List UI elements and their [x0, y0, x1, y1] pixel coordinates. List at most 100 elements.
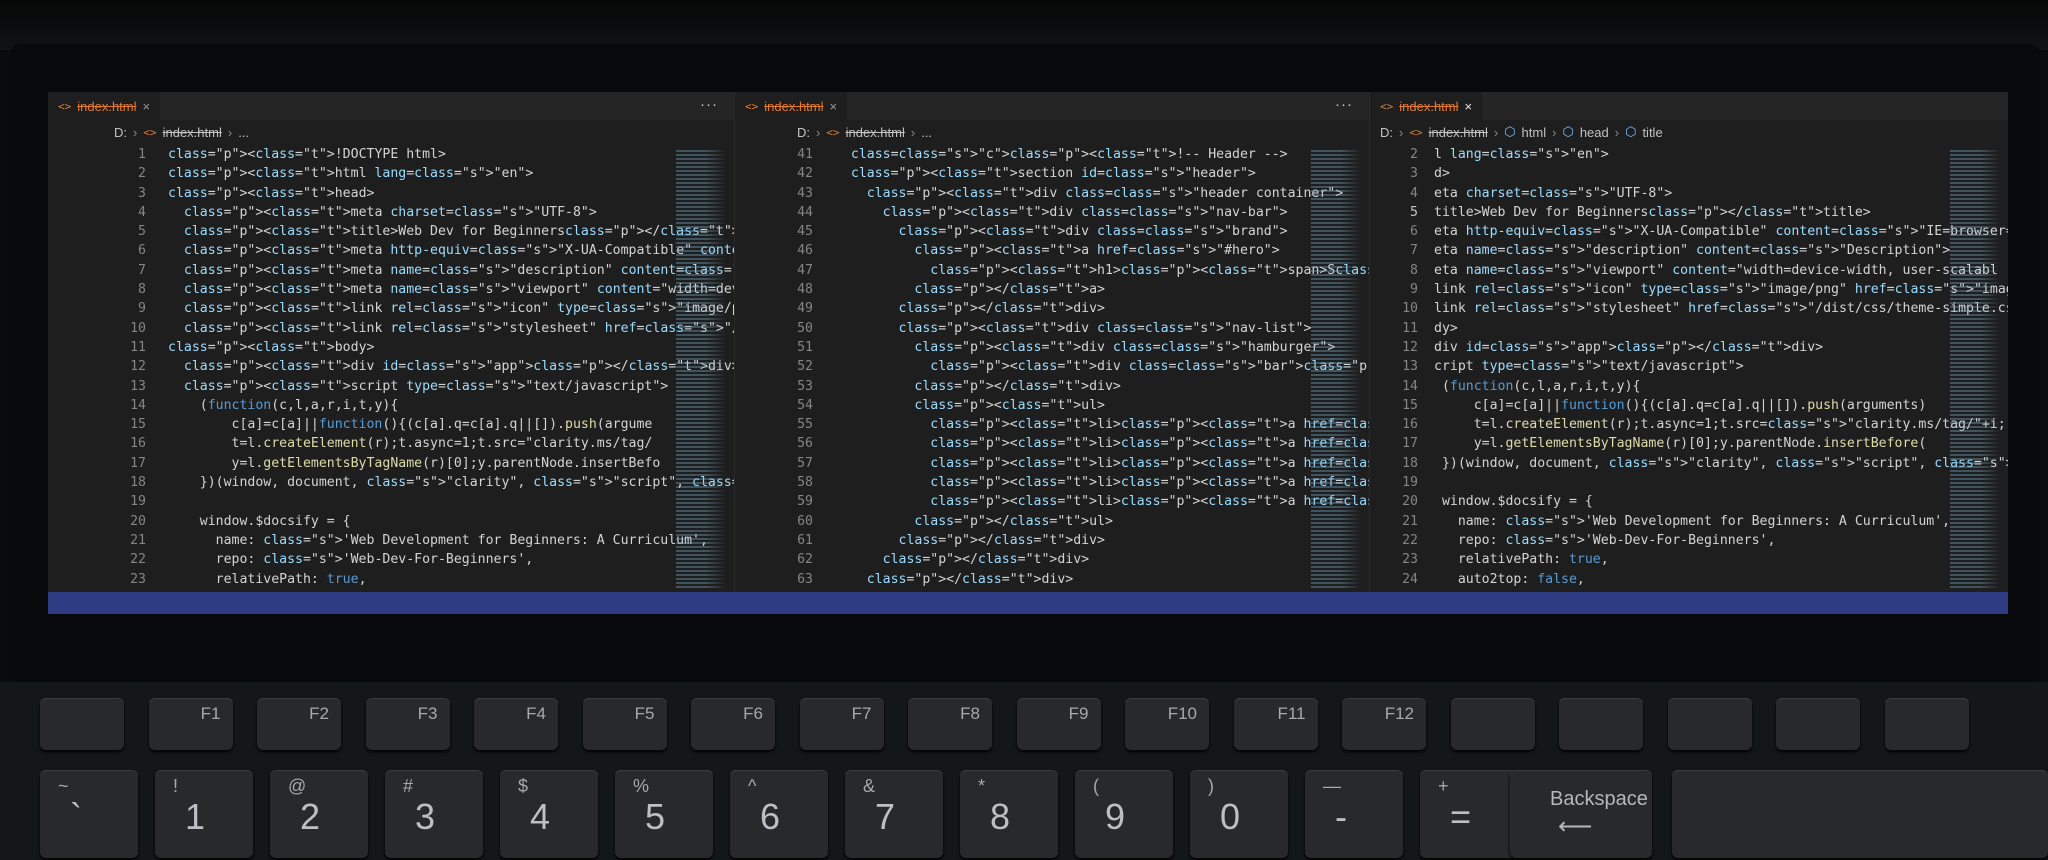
code-line[interactable]: 19: [48, 492, 734, 511]
code-line[interactable]: 12 div id=class="s">"app">class="p"></cla…: [1370, 338, 2008, 357]
code-line[interactable]: 21 name: class="s">'Web Development for …: [1370, 512, 2008, 531]
code-line[interactable]: 44 class="p"><class="t">div class=class=…: [735, 203, 1369, 222]
code-line[interactable]: 6 class="p"><class="t">meta http-equiv=c…: [48, 241, 734, 260]
code-line[interactable]: 10 link rel=class="s">"stylesheet" href=c…: [1370, 299, 2008, 318]
function-key[interactable]: [1667, 698, 1752, 750]
minimap[interactable]: [1950, 150, 2000, 590]
code-line[interactable]: 3 d>: [1370, 164, 2008, 183]
number-key[interactable]: #3: [385, 770, 483, 858]
number-key[interactable]: ^ 6: [730, 770, 828, 858]
code-line[interactable]: 15 c[a]=c[a]||function(){(c[a].q=c[a].q|…: [1370, 396, 2008, 415]
close-icon[interactable]: ×: [143, 99, 151, 114]
number-key[interactable]: % 5: [615, 770, 713, 858]
function-key[interactable]: [1450, 698, 1535, 750]
code-line[interactable]: 45 class="p"><class="t">div class=class=…: [735, 222, 1369, 241]
code-line[interactable]: 19: [1370, 473, 2008, 492]
code-line[interactable]: 43 class="p"><class="t">div class=class=…: [735, 184, 1369, 203]
code-line[interactable]: 24 auto2top: false,: [1370, 570, 2008, 589]
breadcrumb-symbol-html[interactable]: html: [1522, 125, 1547, 140]
code-line[interactable]: 50 class="p"><class="t">div class=class=…: [735, 319, 1369, 338]
function-key[interactable]: F8: [908, 698, 992, 750]
close-icon[interactable]: ×: [1465, 99, 1473, 114]
number-key[interactable]: @2: [270, 770, 368, 858]
code-line[interactable]: 8 eta name=class="s">"viewport" content="…: [1370, 261, 2008, 280]
code-line[interactable]: 22 repo: class="s">'Web-Dev-For-Beginner…: [1370, 531, 2008, 550]
code-line[interactable]: 9 class="p"><class="t">link rel=class="s…: [48, 299, 734, 318]
breadcrumb-ellipsis[interactable]: ...: [238, 125, 249, 140]
breadcrumb-symbol-head[interactable]: head: [1580, 125, 1609, 140]
code-line[interactable]: 56 class="p"><class="t">li>class="p"><cl…: [735, 434, 1369, 453]
code-line[interactable]: 10 class="p"><class="t">link rel=class="…: [48, 319, 734, 338]
function-key[interactable]: F12: [1342, 698, 1426, 750]
code-line[interactable]: 17 y=l.getElementsByTagName(r)[0];y.pare…: [1370, 434, 2008, 453]
backspace-key[interactable]: Backspace ⟵: [1510, 770, 1652, 858]
code-line[interactable]: 54 class="p"><class="t">ul>: [735, 396, 1369, 415]
number-key[interactable]: — -: [1305, 770, 1403, 858]
more-actions-icon[interactable]: ···: [700, 96, 718, 113]
code-line[interactable]: 21 name: class="s">'Web Development for …: [48, 531, 734, 550]
code-line[interactable]: 48 class="p"></class="t">a>: [735, 280, 1369, 299]
tab-index-html[interactable]: <> index.html ×: [1370, 92, 1483, 120]
function-key[interactable]: F4: [474, 698, 558, 750]
code-line[interactable]: 12 class="p"><class="t">div id=class="s"…: [48, 357, 734, 376]
code-area[interactable]: 2 l lang=class="s">"en"> 3 d> 4 eta charset=c…: [1370, 145, 2008, 589]
code-line[interactable]: 15 c[a]=c[a]||function(){(c[a].q=c[a].q|…: [48, 415, 734, 434]
code-line[interactable]: 47 class="p"><class="t">h1>class="p"><cl…: [735, 261, 1369, 280]
function-key[interactable]: [40, 698, 124, 750]
code-line[interactable]: 18 })(window, document, class="s">"clari…: [48, 473, 734, 492]
function-key[interactable]: [1559, 698, 1643, 750]
tab-index-html[interactable]: <> index.html ×: [735, 92, 848, 120]
code-line[interactable]: 11 dy>: [1370, 319, 2008, 338]
code-line[interactable]: 58 class="p"><class="t">li>class="p"><cl…: [735, 473, 1369, 492]
function-key[interactable]: F6: [691, 698, 775, 750]
breadcrumb-file[interactable]: index.html: [1429, 125, 1488, 140]
code-line[interactable]: 13 class="p"><class="t">script type=clas…: [48, 377, 734, 396]
code-line[interactable]: 42 class="p"><class="t">section id=class…: [735, 164, 1369, 183]
code-line[interactable]: 63 class="p"></class="t">div>: [735, 570, 1369, 589]
keyboard-key[interactable]: [1672, 770, 2048, 858]
number-key[interactable]: * 8: [960, 770, 1058, 858]
code-line[interactable]: 5 class="p"><class="t">title>Web Dev for…: [48, 222, 734, 241]
breadcrumb-file[interactable]: index.html: [846, 125, 905, 140]
breadcrumb-symbol-title[interactable]: title: [1642, 125, 1662, 140]
code-line[interactable]: 16 t=l.createElement(r);t.async=1;t.src=…: [1370, 415, 2008, 434]
function-key[interactable]: F11: [1233, 698, 1318, 750]
code-line[interactable]: 57 class="p"><class="t">li>class="p"><cl…: [735, 454, 1369, 473]
code-line[interactable]: 5 title>Web Dev for Beginnersclass="p"></…: [1370, 203, 2008, 222]
code-line[interactable]: 2 class="p"><class="t">html lang=class="s…: [48, 164, 734, 183]
function-key[interactable]: F9: [1016, 698, 1101, 750]
code-line[interactable]: 55 class="p"><class="t">li>class="p"><cl…: [735, 415, 1369, 434]
code-line[interactable]: 51 class="p"><class="t">div class=class=…: [735, 338, 1369, 357]
minimap[interactable]: [676, 150, 726, 590]
number-key[interactable]: ) 0: [1190, 770, 1288, 858]
code-line[interactable]: 9 link rel=class="s">"icon" type=class="s…: [1370, 280, 2008, 299]
breadcrumb-drive[interactable]: D:: [797, 125, 810, 140]
code-line[interactable]: 3 class="p"><class="t">head>: [48, 184, 734, 203]
code-line[interactable]: 8 class="p"><class="t">meta name=class="…: [48, 280, 734, 299]
code-line[interactable]: 7 eta name=class="s">"description" conten…: [1370, 241, 2008, 260]
number-key[interactable]: $4: [500, 770, 598, 858]
function-key[interactable]: F3: [365, 698, 450, 750]
function-key[interactable]: F2: [257, 698, 341, 750]
code-line[interactable]: 13 cript type=class="s">"text/javascript"…: [1370, 357, 2008, 376]
code-line[interactable]: 1 class="p"><class="t">!DOCTYPE html>: [48, 145, 734, 164]
code-area[interactable]: 41 class=class="s">"c">class="p"><class=…: [735, 145, 1369, 589]
code-line[interactable]: 20 window.$docsify = {: [1370, 492, 2008, 511]
code-line[interactable]: 2 l lang=class="s">"en">: [1370, 145, 2008, 164]
number-key[interactable]: ! 1: [155, 770, 253, 858]
code-line[interactable]: 17 y=l.getElementsByTagName(r)[0];y.pare…: [48, 454, 734, 473]
code-line[interactable]: 14 (function(c,l,a,r,i,t,y){: [1370, 377, 2008, 396]
number-key[interactable]: & 7: [845, 770, 943, 858]
breadcrumb-file[interactable]: index.html: [163, 125, 222, 140]
number-key[interactable]: + =: [1420, 770, 1518, 858]
code-line[interactable]: 18 })(window, document, class="s">"clari…: [1370, 454, 2008, 473]
code-line[interactable]: 53 class="p"></class="t">div>: [735, 377, 1369, 396]
code-line[interactable]: 16 t=l.createElement(r);t.async=1;t.src=…: [48, 434, 734, 453]
code-line[interactable]: 14 (function(c,l,a,r,i,t,y){: [48, 396, 734, 415]
close-icon[interactable]: ×: [830, 99, 838, 114]
code-line[interactable]: 22 repo: class="s">'Web-Dev-For-Beginner…: [48, 550, 734, 569]
code-line[interactable]: 62 class="p"></class="t">div>: [735, 550, 1369, 569]
function-key[interactable]: [1776, 698, 1860, 750]
tab-index-html[interactable]: <> index.html ×: [48, 92, 161, 120]
code-line[interactable]: 11 class="p"><class="t">body>: [48, 338, 734, 357]
